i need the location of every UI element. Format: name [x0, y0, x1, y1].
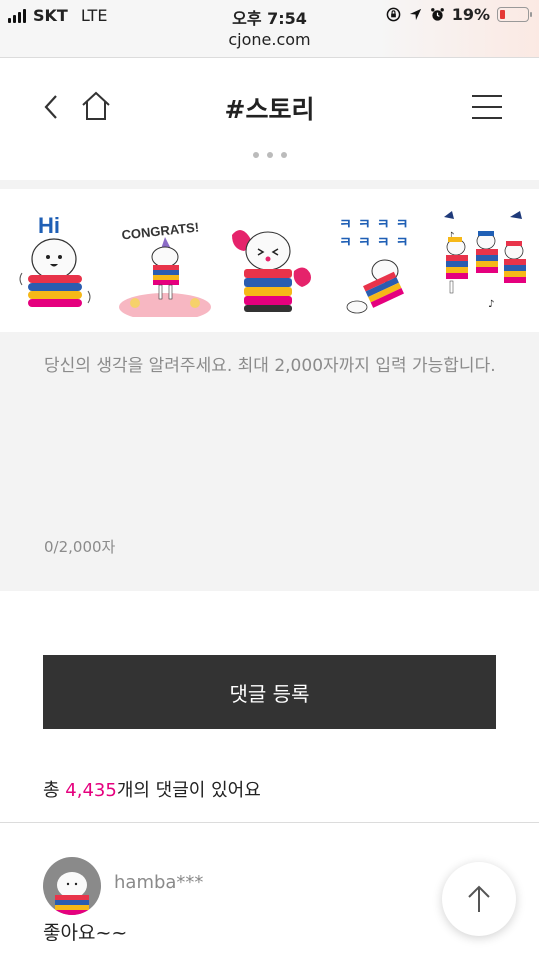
submit-comment-button[interactable]: 댓글 등록 [43, 655, 496, 729]
status-icons: 19% [386, 5, 532, 24]
sticker-caption: CONGRATS! [121, 219, 200, 242]
arrow-up-icon [468, 885, 490, 912]
page-header: #스토리 [0, 58, 539, 156]
avatar-character-icon [55, 872, 89, 915]
comment-text: 좋아요~~ [43, 922, 128, 944]
carousel-dot[interactable] [280, 152, 287, 158]
comment-count-prefix: 총 [43, 780, 66, 801]
page-title: #스토리 [224, 95, 315, 124]
laugh-sticker[interactable]: ㅋㅋㅋㅋ ㅋㅋㅋㅋ [335, 207, 435, 317]
carousel-dot[interactable] [252, 152, 259, 158]
location-icon [409, 8, 421, 21]
carousel-dot[interactable] [266, 152, 273, 158]
battery-icon [497, 7, 532, 22]
comment-input[interactable]: 당신의 생각을 알려주세요. 최대 2,000자까지 입력 가능합니다. 0/2… [0, 332, 539, 591]
comment-count-number: 4,435 [65, 780, 117, 801]
sticker-caption: ㅋㅋㅋㅋ [339, 235, 415, 251]
comment-count-suffix: 개의 댓글이 있어요 [116, 780, 261, 801]
avatar [43, 857, 101, 915]
comment-placeholder: 당신의 생각을 알려주세요. 최대 2,000자까지 입력 가능합니다. [44, 356, 496, 376]
menu-icon[interactable] [470, 94, 504, 120]
url-label[interactable]: cjone.com [0, 30, 539, 49]
char-counter: 0/2,000자 [44, 538, 116, 556]
comment-count: 총 4,435개의 댓글이 있어요 [43, 776, 261, 802]
scroll-top-button[interactable] [442, 862, 516, 936]
battery-fill [500, 10, 505, 19]
kiss-sticker[interactable] [224, 207, 324, 317]
comment-username: hamba*** [114, 872, 204, 893]
hi-sticker[interactable]: Hi [10, 207, 110, 317]
status-bar: SKT LTE 오후 7:54 cjone.com 19% [0, 0, 539, 58]
carousel-dots [0, 152, 539, 158]
rotation-lock-icon [386, 7, 401, 22]
list-divider [0, 822, 539, 823]
battery-percent: 19% [451, 5, 490, 24]
dance-sticker[interactable]: ♪♪ [440, 207, 539, 317]
sticker-picker: Hi CONGRATS! ㅋㅋㅋㅋ ㅋㅋㅋㅋ ♪ ♪ [0, 189, 539, 332]
congrats-sticker[interactable]: CONGRATS! [115, 207, 215, 317]
sticker-caption: ㅋㅋㅋㅋ [339, 217, 415, 233]
svg-text:♪: ♪ [488, 299, 494, 310]
alarm-icon [430, 8, 444, 21]
section-divider [0, 180, 539, 189]
sticker-caption: Hi [38, 213, 60, 238]
